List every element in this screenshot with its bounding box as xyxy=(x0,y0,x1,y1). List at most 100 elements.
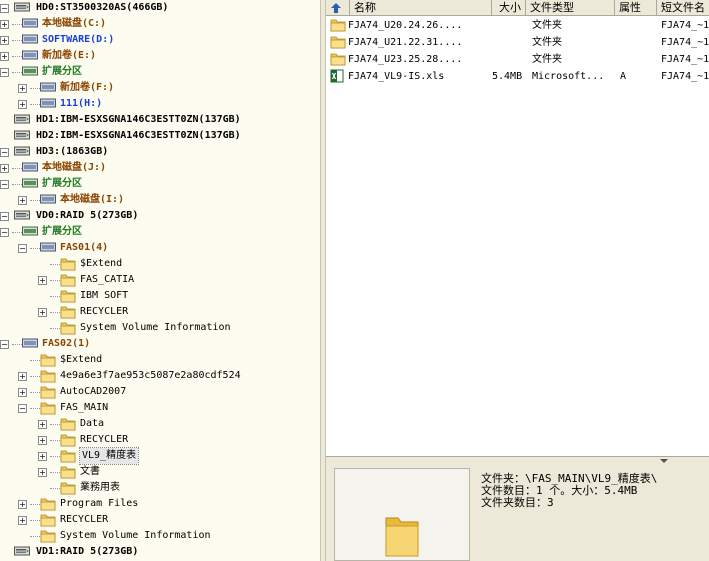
expand-toggle[interactable]: + xyxy=(38,276,47,285)
tree-item[interactable]: + RECYCLER xyxy=(0,304,320,320)
tree-item-label: HD1:IBM-ESXSGNA146C3ESTT0ZN(137GB) xyxy=(36,114,241,125)
tree-item[interactable]: HD2:IBM-ESXSGNA146C3ESTT0ZN(137GB) xyxy=(0,128,320,144)
tree-item[interactable]: 業務用表 xyxy=(0,480,320,496)
tree-item[interactable]: + 新加卷(E:) xyxy=(0,48,320,64)
tree-item[interactable]: + FAS_CATIA xyxy=(0,272,320,288)
tree-item[interactable]: − HD0:ST3500320AS(466GB) xyxy=(0,0,320,16)
tree-item[interactable]: + 文書 xyxy=(0,464,320,480)
expand-toggle[interactable]: + xyxy=(0,52,9,61)
horizontal-splitter[interactable] xyxy=(326,456,709,465)
collapse-toggle[interactable]: − xyxy=(0,180,9,189)
tree-item-label: FAS_MAIN xyxy=(60,402,109,413)
expand-toggle[interactable]: + xyxy=(18,372,27,381)
file-row[interactable]: FJA74_U21.22.31.... 文件夹 FJA74_~1 xyxy=(326,34,709,51)
tree-item[interactable]: − VD0:RAID 5(273GB) xyxy=(0,208,320,224)
tree-item-label: 扩展分区 xyxy=(42,226,82,237)
tree-item-label: 111(H:) xyxy=(60,98,103,109)
collapse-toggle[interactable]: − xyxy=(0,68,9,77)
tree-item-label: HD3:(1863GB) xyxy=(36,146,109,157)
tree-item[interactable]: IBM SOFT xyxy=(0,288,320,304)
file-row[interactable]: FJA74_U20.24.26.... 文件夹 FJA74_~1 xyxy=(326,17,709,34)
expand-toggle[interactable]: + xyxy=(18,100,27,109)
expand-toggle[interactable]: + xyxy=(18,516,27,525)
tree-item-label: VL9_精度表 xyxy=(78,447,140,465)
expand-toggle[interactable]: + xyxy=(18,500,27,509)
tree-item[interactable]: + Program Files xyxy=(0,496,320,512)
tree-item[interactable]: + SOFTWARE(D:) xyxy=(0,32,320,48)
tree-item[interactable]: + 本地磁盘(J:) xyxy=(0,160,320,176)
collapse-toggle[interactable]: − xyxy=(0,228,9,237)
expand-toggle[interactable]: + xyxy=(38,468,47,477)
tree-item-label: Program Files xyxy=(60,498,139,509)
tree-item-label: RECYCLER xyxy=(80,306,129,317)
tree-item[interactable]: +4e9a6e3f7ae953c5087e2a80cdf524 xyxy=(0,368,320,384)
tree-item-label: HD0:ST3500320AS(466GB) xyxy=(36,2,169,13)
tree-item[interactable]: VD1:RAID 5(273GB) xyxy=(0,544,320,560)
tree-item[interactable]: − 扩展分区 xyxy=(0,176,320,192)
tree-item[interactable]: − 扩展分区 xyxy=(0,224,320,240)
collapse-toggle[interactable]: − xyxy=(18,404,27,413)
file-row[interactable]: FJA74_U23.25.28.... 文件夹 FJA74_~1 xyxy=(326,51,709,68)
tree-item-label: 本地磁盘(J:) xyxy=(42,162,107,173)
up-folder-button[interactable] xyxy=(326,0,350,16)
collapse-toggle[interactable]: − xyxy=(18,244,27,253)
expand-toggle[interactable]: + xyxy=(38,308,47,317)
collapse-toggle[interactable]: − xyxy=(0,340,9,349)
collapse-arrow-icon[interactable] xyxy=(659,458,669,464)
file-row[interactable]: FJA74_VL9-IS.xls 5.4MB Microsoft... A FJA74_… xyxy=(326,68,709,85)
tree-item[interactable]: − 扩展分区 xyxy=(0,64,320,80)
expand-toggle[interactable]: + xyxy=(18,388,27,397)
tree-item[interactable]: + AutoCAD2007 xyxy=(0,384,320,400)
collapse-toggle[interactable]: − xyxy=(0,212,9,221)
file-name: FJA74_U20.24.26.... xyxy=(348,20,463,31)
file-short: FJA74_~1 xyxy=(661,54,709,65)
expand-toggle[interactable]: + xyxy=(18,84,27,93)
expand-toggle[interactable]: + xyxy=(0,20,9,29)
file-type: 文件夹 xyxy=(532,20,562,31)
column-header-attr[interactable]: 属性 xyxy=(615,0,657,16)
tree-item[interactable]: + 本地磁盘(C:) xyxy=(0,16,320,32)
tree-item[interactable]: + RECYCLER xyxy=(0,512,320,528)
tree-item[interactable]: + VL9_精度表 xyxy=(0,447,320,465)
tree-item[interactable]: − FAS02(1) xyxy=(0,336,320,352)
tree-item[interactable]: − FAS01(4) xyxy=(0,240,320,256)
column-header-size[interactable]: 大小 xyxy=(492,0,526,16)
tree-item[interactable]: + 新加卷(F:) xyxy=(0,80,320,96)
expand-toggle[interactable]: + xyxy=(0,36,9,45)
expand-toggle[interactable]: + xyxy=(38,436,47,445)
tree-item-label: 本地磁盘(C:) xyxy=(42,18,107,29)
tree-item-label: $Extend xyxy=(60,354,103,365)
collapse-toggle[interactable]: − xyxy=(0,148,9,157)
column-header-shortname[interactable]: 短文件名 xyxy=(657,0,709,16)
tree-item-label: 4e9a6e3f7ae953c5087e2a80cdf524 xyxy=(60,370,241,381)
tree-item[interactable]: +111(H:) xyxy=(0,96,320,112)
column-header-name[interactable]: 名称 xyxy=(350,0,492,16)
tree-item[interactable]: $Extend xyxy=(0,352,320,368)
partition-tree[interactable]: − HD0:ST3500320AS(466GB) + 本地磁盘(C:) + SOFTWAR… xyxy=(0,0,320,561)
tree-item[interactable]: HD1:IBM-ESXSGNA146C3ESTT0ZN(137GB) xyxy=(0,112,320,128)
file-type: Microsoft... xyxy=(532,71,605,82)
tree-item-label: IBM SOFT xyxy=(80,290,129,301)
tree-item[interactable]: System Volume Information xyxy=(0,528,320,544)
expand-toggle[interactable]: + xyxy=(0,164,9,173)
file-type: 文件夹 xyxy=(532,37,562,48)
expand-toggle[interactable]: + xyxy=(38,452,47,461)
collapse-toggle[interactable]: − xyxy=(0,4,9,13)
tree-item[interactable]: + Data xyxy=(0,416,320,432)
tree-item[interactable]: + RECYCLER xyxy=(0,432,320,448)
tree-item-label: 新加卷(E:) xyxy=(42,50,97,61)
tree-item[interactable]: + 本地磁盘(I:) xyxy=(0,192,320,208)
tree-item[interactable]: − FAS_MAIN xyxy=(0,400,320,416)
expand-toggle[interactable]: + xyxy=(18,196,27,205)
tree-item[interactable]: $Extend xyxy=(0,256,320,272)
column-header-type[interactable]: 文件类型 xyxy=(526,0,615,16)
tree-item[interactable]: − HD3:(1863GB) xyxy=(0,144,320,160)
preview-thumbnail xyxy=(334,468,470,561)
tree-item[interactable]: System Volume Information xyxy=(0,320,320,336)
tree-item-label: VD0:RAID 5(273GB) xyxy=(36,210,139,221)
file-short: FJA74_~1 xyxy=(661,37,709,48)
file-short: FJA74_~1 xyxy=(661,71,709,82)
expand-toggle[interactable]: + xyxy=(38,420,47,429)
file-list[interactable]: 名称 大小 文件类型 属性 短文件名 FJA74_U20.24.26.... 文件… xyxy=(326,0,709,456)
tree-item-label: VD1:RAID 5(273GB) xyxy=(36,546,139,557)
